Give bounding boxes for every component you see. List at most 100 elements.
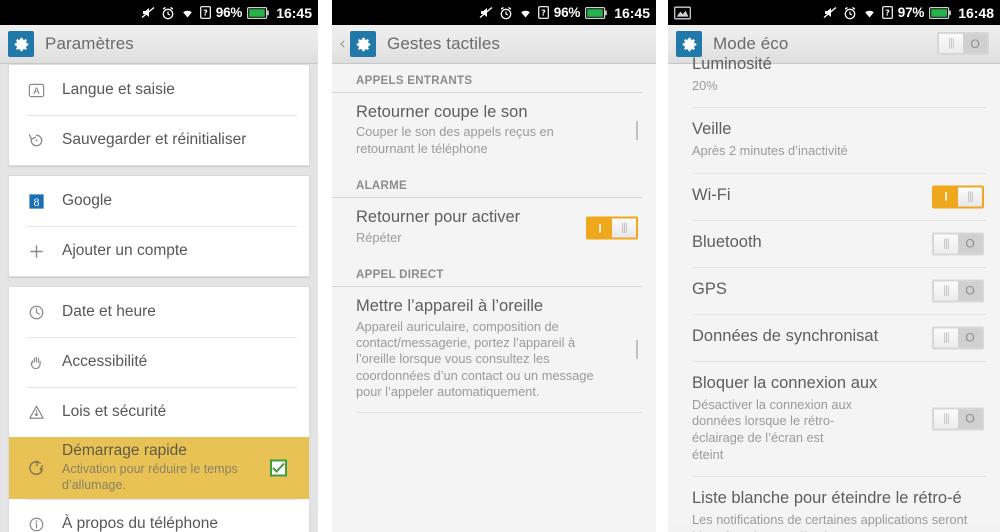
sidebar-item-label: Google xyxy=(62,192,112,209)
direct-call-checkbox[interactable] xyxy=(636,339,638,359)
power-bolt-icon xyxy=(27,458,57,478)
sidebar-item-accessibility[interactable]: Accessibilité xyxy=(9,337,309,387)
bluetooth-toggle[interactable]: ||| O xyxy=(932,232,984,256)
backup-reset-icon xyxy=(27,131,57,150)
list-item[interactable]: Données de synchronisat ||| O xyxy=(668,315,1000,361)
sidebar-item-about-phone[interactable]: À propos du téléphone xyxy=(9,499,309,532)
title-bar: ‹ Gestes tactiles xyxy=(332,25,656,64)
battery-icon xyxy=(247,6,269,19)
list-item-title: Luminosité xyxy=(692,55,772,73)
sidebar-item-legal-security[interactable]: Lois et sécurité xyxy=(9,387,309,437)
list-item-description: Appareil auriculaire, composition de con… xyxy=(356,318,594,400)
clock-time: 16:45 xyxy=(276,4,312,21)
alarm-icon xyxy=(843,6,857,20)
sync-data-toggle[interactable]: ||| O xyxy=(932,326,984,350)
status-bar: ? 96% 16:45 xyxy=(0,0,318,25)
list-item[interactable]: Bluetooth ||| O xyxy=(668,221,1000,267)
sidebar-item-label: À propos du téléphone xyxy=(62,515,218,532)
battery-icon xyxy=(585,6,607,19)
flip-to-snooze-toggle[interactable]: I ||| xyxy=(586,216,638,240)
sdcard-icon: ? xyxy=(199,6,211,19)
svg-text:?: ? xyxy=(203,8,208,17)
svg-text:?: ? xyxy=(541,8,546,17)
list-item-description: Couper le son des appels reçus en retour… xyxy=(356,124,554,156)
battery-percent: 96% xyxy=(215,5,243,20)
wifi-icon xyxy=(862,7,877,19)
group-divider xyxy=(8,166,310,175)
sidebar-item-description: Activation pour réduire le temps d’allum… xyxy=(62,462,238,492)
sdcard-icon: ? xyxy=(537,6,549,19)
list-item-description: Répéter xyxy=(356,229,402,245)
list-item[interactable]: Mettre l’appareil à l’oreille Appareil a… xyxy=(332,287,656,412)
settings-group-3: Date et heure Accessibilité Lois et sécu… xyxy=(8,286,310,532)
list-item[interactable]: Retourner coupe le son Couper le son des… xyxy=(332,93,656,169)
sidebar-item-language[interactable]: A Langue et saisie xyxy=(9,65,309,115)
sidebar-item-label: Démarrage rapide xyxy=(62,442,187,460)
info-icon xyxy=(27,515,57,532)
sidebar-item-backup-reset[interactable]: Sauvegarder et réinitialiser xyxy=(9,115,309,165)
list-item[interactable]: Retourner pour activer Répéter I ||| xyxy=(332,198,656,258)
clock-time: 16:48 xyxy=(958,4,994,21)
alarm-icon xyxy=(499,6,513,20)
accessibility-hand-icon xyxy=(27,353,57,372)
list-item[interactable]: Bloquer la connexion aux Désactiver la c… xyxy=(668,362,1000,476)
back-chevron-icon[interactable]: ‹ xyxy=(339,35,348,53)
sidebar-item-label: Lois et sécurité xyxy=(62,403,167,420)
svg-text:?: ? xyxy=(885,8,890,17)
alarm-icon xyxy=(161,6,175,20)
panel-gestures: ? 96% 16:45 ‹ Gestes tactiles APPELS ENT… xyxy=(332,0,656,532)
svg-text:A: A xyxy=(33,85,39,95)
list-item-title: Mettre l’appareil à l’oreille xyxy=(356,297,544,316)
list-item-description: 20% xyxy=(692,77,718,93)
gps-toggle[interactable]: ||| O xyxy=(932,279,984,303)
settings-gear-icon xyxy=(350,31,376,57)
wifi-toggle[interactable]: I ||| xyxy=(932,185,984,209)
panel-separator-1 xyxy=(318,0,332,532)
status-bar: ? 96% 16:45 xyxy=(332,0,656,25)
sidebar-item-google[interactable]: 8 Google xyxy=(9,176,309,226)
settings-group-1: A Langue et saisie Sauvegarder et réinit… xyxy=(8,64,310,166)
language-icon: A xyxy=(27,81,57,100)
settings-list: A Langue et saisie Sauvegarder et réinit… xyxy=(0,64,318,532)
settings-group-2: 8 Google Ajouter un compte xyxy=(8,175,310,277)
list-item-description: Les notifications de certaines applicati… xyxy=(692,511,968,532)
list-item[interactable]: Liste blanche pour éteindre le rétro-é L… xyxy=(668,477,1000,532)
sidebar-item-date-time[interactable]: Date et heure xyxy=(9,287,309,337)
list-item[interactable]: Veille Après 2 minutes d’inactivité xyxy=(668,108,1000,172)
eco-mode-master-toggle[interactable]: ||| O xyxy=(937,32,989,55)
list-item[interactable]: Luminosité 20% xyxy=(668,55,1000,107)
mute-icon xyxy=(479,6,494,19)
flip-to-mute-checkbox[interactable] xyxy=(636,121,638,141)
page-title: Mode éco xyxy=(713,34,789,53)
sidebar-item-label: Langue et saisie xyxy=(62,81,175,98)
mute-icon xyxy=(141,6,156,19)
sidebar-item-label: Date et heure xyxy=(62,303,156,320)
list-item-description: Désactiver la connexion aux données lors… xyxy=(692,396,853,462)
sidebar-item-label: Accessibilité xyxy=(62,353,148,370)
sidebar-item-label: Sauvegarder et réinitialiser xyxy=(62,131,247,148)
list-item-title: Bloquer la connexion aux xyxy=(692,373,878,392)
panel-separator-2 xyxy=(656,0,668,532)
mute-icon xyxy=(823,6,838,19)
list-item[interactable]: GPS ||| O xyxy=(668,268,1000,314)
list-item[interactable]: Wi-Fi I ||| xyxy=(668,174,1000,220)
list-item-description: Après 2 minutes d’inactivité xyxy=(692,143,848,159)
settings-gear-icon xyxy=(8,31,34,57)
section-header-direct-call: APPEL DIRECT xyxy=(332,258,642,288)
panel-eco-mode: ? 97% 16:48 Mode éco ||| O Luminosité 20%… xyxy=(668,0,1000,532)
list-item-title: Retourner coupe le son xyxy=(356,103,528,121)
svg-text:8: 8 xyxy=(34,194,40,208)
section-header-incoming-calls: APPELS ENTRANTS xyxy=(332,64,642,93)
wifi-icon xyxy=(180,7,195,19)
battery-percent: 97% xyxy=(897,5,925,20)
title-bar: Paramètres xyxy=(0,25,318,64)
sidebar-item-label: Ajouter un compte xyxy=(62,242,188,259)
fast-boot-checkbox[interactable] xyxy=(270,459,287,477)
page-title: Paramètres xyxy=(45,34,134,53)
picture-icon xyxy=(674,6,691,20)
status-bar: ? 97% 16:48 xyxy=(668,0,1000,25)
block-data-connection-toggle[interactable]: ||| O xyxy=(932,407,984,431)
wifi-icon xyxy=(518,7,533,19)
sidebar-item-add-account[interactable]: Ajouter un compte xyxy=(9,226,309,276)
sidebar-item-fast-boot[interactable]: Démarrage rapide Activation pour réduire… xyxy=(9,437,309,499)
